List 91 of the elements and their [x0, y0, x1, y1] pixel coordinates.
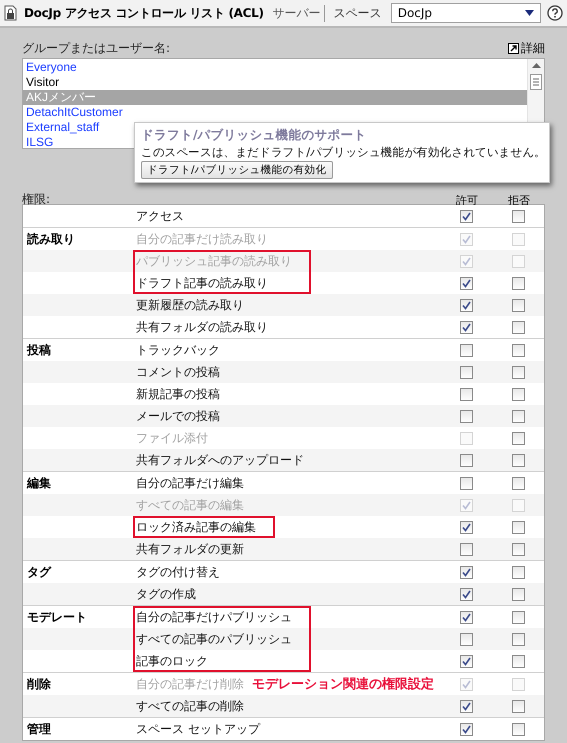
checkbox[interactable]: [460, 520, 472, 534]
checkbox[interactable]: [512, 632, 524, 646]
permission-label: 自分の記事だけ読み取り: [136, 230, 268, 248]
checkbox[interactable]: [460, 566, 472, 578]
annotation: モデレーション関連の権限設定: [252, 676, 434, 693]
checkbox[interactable]: [460, 388, 472, 400]
checkbox[interactable]: [460, 410, 472, 422]
checkbox[interactable]: [460, 210, 472, 222]
user-list-item[interactable]: Visitor: [23, 75, 527, 90]
checkbox[interactable]: [460, 654, 472, 668]
category-label: 投稿: [26, 342, 52, 358]
checkbox[interactable]: [460, 542, 472, 556]
category-label: 編集: [26, 474, 52, 492]
checkbox[interactable]: [512, 654, 524, 668]
checkbox[interactable]: [460, 700, 472, 712]
permission-label: 更新履歴の読み取り: [136, 296, 244, 314]
checkbox[interactable]: [512, 366, 524, 378]
details-link[interactable]: 詳細: [508, 40, 545, 57]
permission-label: 自分の記事だけパブリッシュ: [136, 608, 292, 626]
checkbox[interactable]: [512, 410, 524, 422]
permission-label: ロック済み記事の編集: [136, 518, 256, 536]
permission-label: アクセス: [136, 208, 184, 224]
permission-label: 共有フォルダの更新: [136, 540, 244, 558]
checkbox[interactable]: [512, 542, 524, 556]
checkbox[interactable]: [460, 722, 472, 736]
permission-label: すべての記事のパブリッシュ: [136, 630, 292, 648]
user-list-item[interactable]: DetachItCustomer: [23, 105, 527, 120]
window-title: DocJp アクセス コントロール リスト (ACL): [24, 4, 264, 22]
checkbox[interactable]: [512, 722, 524, 736]
external-link-icon: [508, 43, 519, 54]
checkbox[interactable]: [512, 520, 524, 534]
help-icon[interactable]: [547, 5, 563, 21]
permission-label: トラックバック: [136, 342, 220, 358]
popup-title: ドラフト/パブリッシュ機能のサポート: [141, 127, 368, 144]
permission-label: 共有フォルダへのアップロード: [136, 452, 304, 468]
checkbox[interactable]: [460, 632, 472, 646]
scope-tab[interactable]: サーバー: [270, 4, 325, 22]
checkbox[interactable]: [460, 454, 472, 466]
permissions-label: 権限:: [22, 191, 52, 208]
permission-label: メールでの投稿: [136, 408, 220, 424]
permission-label: 共有フォルダの読み取り: [136, 318, 268, 336]
checkbox[interactable]: [512, 566, 524, 578]
enable-button[interactable]: ドラフト/パブリッシュ機能の有効化: [141, 161, 333, 179]
checkbox[interactable]: [512, 320, 524, 334]
permission-label: パブリッシュ記事の読み取り: [136, 252, 292, 270]
permission-label: ドラフト記事の読み取り: [136, 274, 268, 292]
dropdown-arrow-icon: [525, 10, 534, 16]
checkbox[interactable]: [512, 210, 524, 222]
permission-label: すべての記事の編集: [136, 496, 244, 514]
checkbox[interactable]: [512, 454, 524, 466]
scroll-up-icon[interactable]: [532, 63, 540, 68]
checkbox[interactable]: [512, 388, 524, 400]
checkbox[interactable]: [460, 588, 472, 600]
checkbox[interactable]: [460, 610, 472, 624]
checkbox[interactable]: [512, 610, 524, 624]
checkbox[interactable]: [460, 366, 472, 378]
checkbox[interactable]: [460, 476, 472, 490]
permission-label: コメントの投稿: [136, 364, 220, 380]
permission-label: 記事のロック: [136, 652, 208, 670]
column-header: 許可: [456, 193, 478, 208]
checkbox[interactable]: [512, 700, 524, 712]
permission-label: 新規記事の投稿: [136, 386, 220, 402]
category-label: 管理: [26, 720, 52, 738]
permission-label: すべての記事の削除: [136, 698, 244, 714]
user-list-item[interactable]: Everyone: [23, 60, 527, 75]
checkbox[interactable]: [460, 344, 472, 356]
checkbox[interactable]: [512, 476, 524, 490]
popup-message: このスペースは、まだドラフト/パブリッシュ機能が有効化されていません。: [141, 145, 543, 160]
checkbox[interactable]: [512, 344, 524, 356]
scope-tab[interactable]: スペース: [330, 4, 385, 22]
permission-label: ファイル添付: [136, 430, 208, 446]
checkbox[interactable]: [512, 276, 524, 290]
checkbox[interactable]: [512, 588, 524, 600]
checkbox[interactable]: [460, 298, 472, 312]
scroll-thumb[interactable]: [530, 74, 542, 90]
category-label: タグ: [26, 564, 52, 580]
users-label: グループまたはユーザー名:: [22, 40, 170, 57]
permission-label: タグの付け替え: [136, 564, 220, 580]
category-label: 読み取り: [26, 230, 76, 248]
column-header: 拒否: [508, 193, 530, 208]
permission-label: タグの作成: [136, 586, 196, 602]
space-select[interactable]: DocJp: [390, 3, 541, 23]
checkbox[interactable]: [512, 298, 524, 312]
category-label: モデレート: [26, 608, 88, 626]
permission-label: スペース セットアップ: [136, 720, 260, 738]
category-label: 削除: [26, 676, 52, 692]
checkbox[interactable]: [460, 276, 472, 290]
checkbox[interactable]: [460, 320, 472, 334]
permission-label: 自分の記事だけ編集: [136, 474, 244, 492]
document-lock-icon: [4, 5, 18, 21]
permission-label: 自分の記事だけ削除: [136, 676, 244, 692]
